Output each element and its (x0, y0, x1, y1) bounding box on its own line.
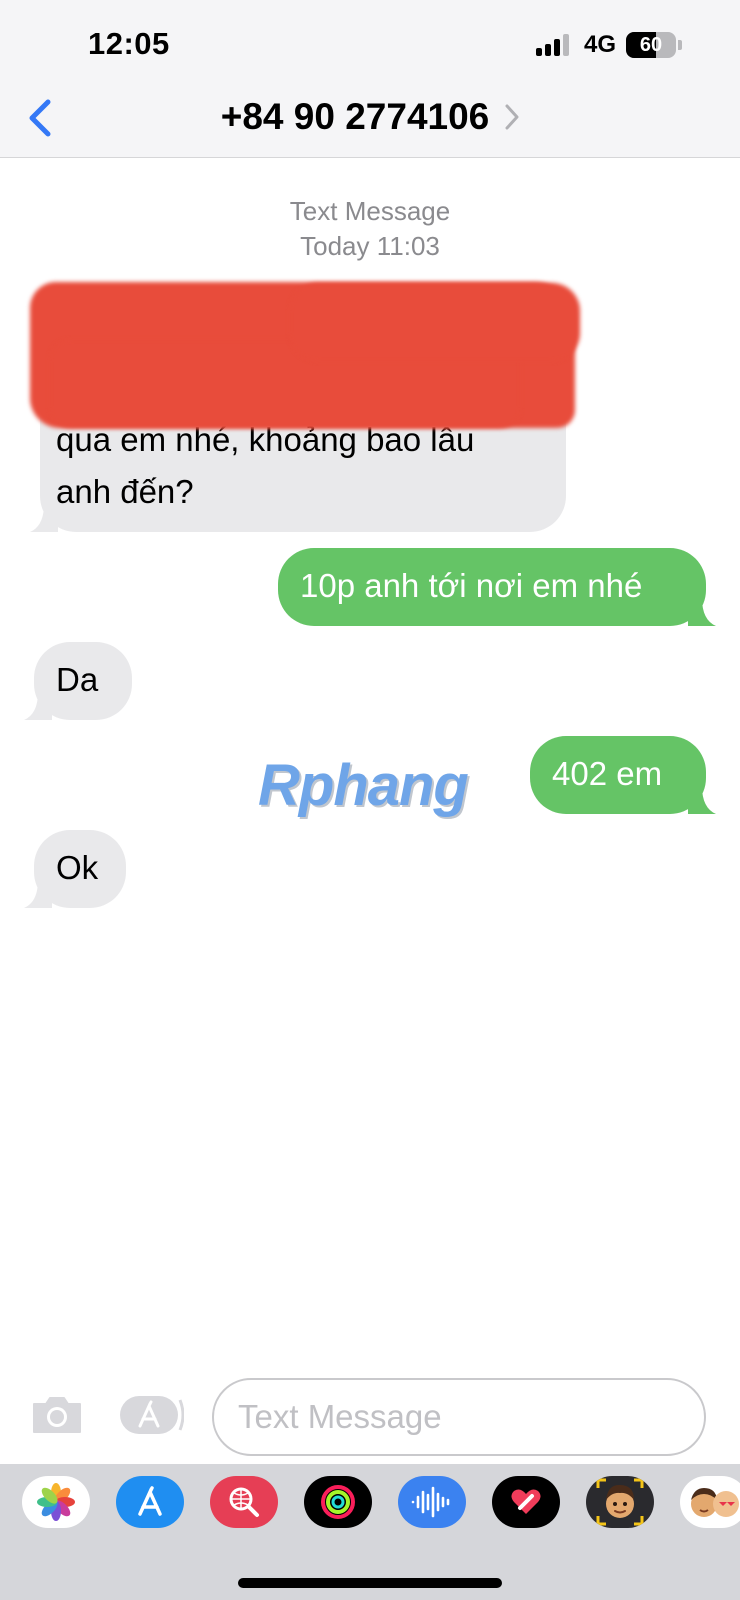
contact-name-button[interactable]: +84 90 2774106 (0, 94, 740, 138)
incoming-message-bubble[interactable]: Ok (24, 830, 126, 908)
message-line: anh đến? (56, 473, 194, 510)
battery-percentage: 60 (639, 34, 663, 56)
status-time: 12:05 (88, 26, 170, 61)
bubble-tail (688, 786, 716, 814)
audio-message-icon[interactable] (398, 1476, 466, 1528)
bubble-tail (24, 880, 52, 908)
digital-touch-icon[interactable] (492, 1476, 560, 1528)
redaction-mark (290, 283, 580, 361)
outgoing-message-bubble[interactable]: 10p anh tới nơi em nhé (278, 548, 716, 626)
service-label: Text Message (289, 196, 451, 226)
memoji-stickers-icon[interactable] (680, 1476, 740, 1528)
message-text: Da (56, 661, 99, 698)
web-images-icon[interactable] (210, 1476, 278, 1528)
status-indicators: 4G 60 (535, 30, 682, 60)
chevron-right-icon (505, 104, 519, 130)
messages-screen: 12:05 4G 60 +84 90 2774106 Text Message … (0, 0, 740, 1600)
bubble-tail (688, 598, 716, 626)
message-text: Ok (56, 849, 99, 886)
cellular-signal-icon (535, 34, 572, 56)
timestamp-label: Today 11:03 (300, 231, 440, 261)
network-type: 4G (583, 31, 616, 58)
activity-icon[interactable] (304, 1476, 372, 1528)
bubble-tail (24, 692, 52, 720)
message-text: 10p anh tới nơi em nhé (300, 567, 643, 604)
battery-cap (678, 40, 682, 50)
conversation-header: 12:05 4G 60 +84 90 2774106 (0, 0, 740, 158)
home-indicator[interactable] (238, 1578, 502, 1588)
incoming-message-bubble[interactable]: Da (24, 642, 132, 720)
memoji-icon[interactable] (586, 1476, 654, 1528)
app-store-icon[interactable] (118, 1394, 184, 1436)
watermark-logo: Rphang (258, 753, 469, 818)
message-timestamp-header: Text Message Today 11:03 (0, 194, 740, 264)
contact-number: +84 90 2774106 (220, 96, 490, 138)
battery-icon: 60 (626, 32, 676, 58)
app-store-icon[interactable] (116, 1476, 184, 1528)
message-text: qua em nhé, khoảng bao lâu anh đến? (56, 414, 474, 518)
bubble-tail (30, 504, 58, 532)
photos-icon[interactable] (22, 1476, 90, 1528)
message-text: 402 em (552, 755, 663, 792)
message-input[interactable] (212, 1378, 706, 1456)
outgoing-message-bubble[interactable]: 402 em (530, 736, 716, 814)
camera-icon[interactable] (30, 1394, 84, 1436)
